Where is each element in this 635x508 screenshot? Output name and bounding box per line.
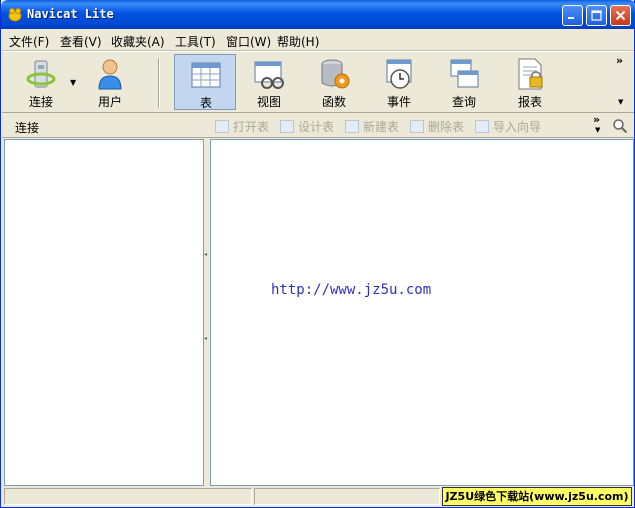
subbar-options-icon[interactable]: ▼: [595, 126, 600, 134]
object-panel-title: 连接: [15, 121, 40, 135]
splitter-expand-icon[interactable]: ◂: [204, 335, 209, 345]
delete-table-button[interactable]: 删除表: [410, 118, 464, 135]
user-icon: [98, 59, 122, 90]
title-bar[interactable]: Navicat Lite: [1, 0, 635, 29]
main-toolbar: 连接 ▼ 用户 表 视图 函数 事件 查询 报表 » ▼: [2, 51, 634, 113]
connection-icon: [26, 60, 56, 88]
event-icon: [386, 59, 412, 89]
object-list-panel[interactable]: http://www.jz5u.com: [210, 139, 634, 486]
toolbar-event-label: 事件: [386, 95, 411, 109]
toolbar-user-button[interactable]: 用户: [79, 54, 141, 110]
connection-tree-panel[interactable]: [4, 139, 204, 486]
menu-help[interactable]: 帮助(H): [277, 33, 319, 50]
toolbar-query-label: 查询: [451, 95, 476, 109]
navicat-logo-icon: [8, 8, 22, 22]
minimize-icon: [568, 17, 574, 19]
close-button[interactable]: [610, 5, 631, 26]
toolbar-view-label: 视图: [256, 95, 281, 109]
maximize-icon: [591, 10, 602, 21]
query-icon: [450, 59, 479, 88]
watermark-url: http://www.jz5u.com: [271, 282, 432, 298]
splitter-collapse-icon[interactable]: ◂: [204, 251, 209, 261]
toolbar-report-label: 报表: [517, 95, 542, 109]
new-table-icon: [345, 120, 359, 133]
subbar-overflow-button[interactable]: »: [593, 113, 600, 126]
object-toolbar: 连接 打开表 设计表 新建表 删除表 导入向导 » ▼: [2, 113, 634, 138]
toolbar-query-button[interactable]: 查询: [433, 54, 495, 110]
view-icon: [254, 61, 284, 89]
toolbar-event-button[interactable]: 事件: [368, 54, 430, 110]
menu-window[interactable]: 窗口(W): [226, 33, 271, 50]
menu-view[interactable]: 查看(V): [60, 33, 102, 50]
toolbar-function-label: 函数: [321, 95, 346, 109]
toolbar-view-button[interactable]: 视图: [238, 54, 300, 110]
toolbar-overflow-button[interactable]: »: [616, 54, 623, 67]
open-table-button[interactable]: 打开表: [215, 118, 269, 135]
delete-table-label: 删除表: [428, 120, 465, 134]
new-table-button[interactable]: 新建表: [345, 118, 399, 135]
menu-bar: 文件(F) 查看(V) 收藏夹(A) 工具(T) 窗口(W) 帮助(H): [2, 29, 634, 51]
toolbar-user-label: 用户: [97, 95, 122, 109]
toolbar-table-button[interactable]: 表: [174, 54, 236, 110]
design-table-button[interactable]: 设计表: [280, 118, 334, 135]
open-table-icon: [215, 120, 229, 133]
delete-table-icon: [410, 120, 424, 133]
toolbar-connection-button[interactable]: 连接: [10, 54, 72, 110]
status-cell-left: [4, 488, 252, 505]
toolbar-function-button[interactable]: 函数: [303, 54, 365, 110]
app-window: Navicat Lite 文件(F) 查看(V) 收藏夹(A) 工具(T) 窗口…: [0, 0, 635, 508]
menu-file[interactable]: 文件(F): [9, 33, 49, 50]
toolbar-options-icon[interactable]: ▼: [618, 98, 623, 106]
toolbar-table-label: 表: [199, 96, 212, 110]
brand-watermark-badge: JZ5U绿色下载站(www.jz5u.com): [442, 487, 632, 506]
import-wizard-icon: [475, 120, 489, 133]
connection-dropdown-icon[interactable]: ▼: [70, 78, 76, 87]
toolbar-report-button[interactable]: 报表: [499, 54, 561, 110]
function-icon: [321, 59, 350, 89]
table-icon: [191, 62, 221, 88]
window-title: Navicat Lite: [27, 7, 114, 21]
open-table-label: 打开表: [233, 120, 270, 134]
report-icon: [518, 58, 543, 90]
search-icon[interactable]: [612, 118, 628, 134]
new-table-label: 新建表: [363, 120, 400, 134]
toolbar-connection-label: 连接: [28, 95, 53, 109]
menu-favorites[interactable]: 收藏夹(A): [111, 33, 165, 50]
minimize-button[interactable]: [562, 5, 583, 26]
menu-tools[interactable]: 工具(T): [175, 33, 216, 50]
design-table-icon: [280, 120, 294, 133]
maximize-button[interactable]: [586, 5, 607, 26]
design-table-label: 设计表: [298, 120, 335, 134]
toolbar-separator: [158, 58, 160, 108]
import-wizard-button[interactable]: 导入向导: [475, 118, 541, 135]
status-cell-middle: [254, 488, 440, 505]
close-icon: [615, 10, 626, 21]
import-wizard-label: 导入向导: [493, 120, 542, 134]
